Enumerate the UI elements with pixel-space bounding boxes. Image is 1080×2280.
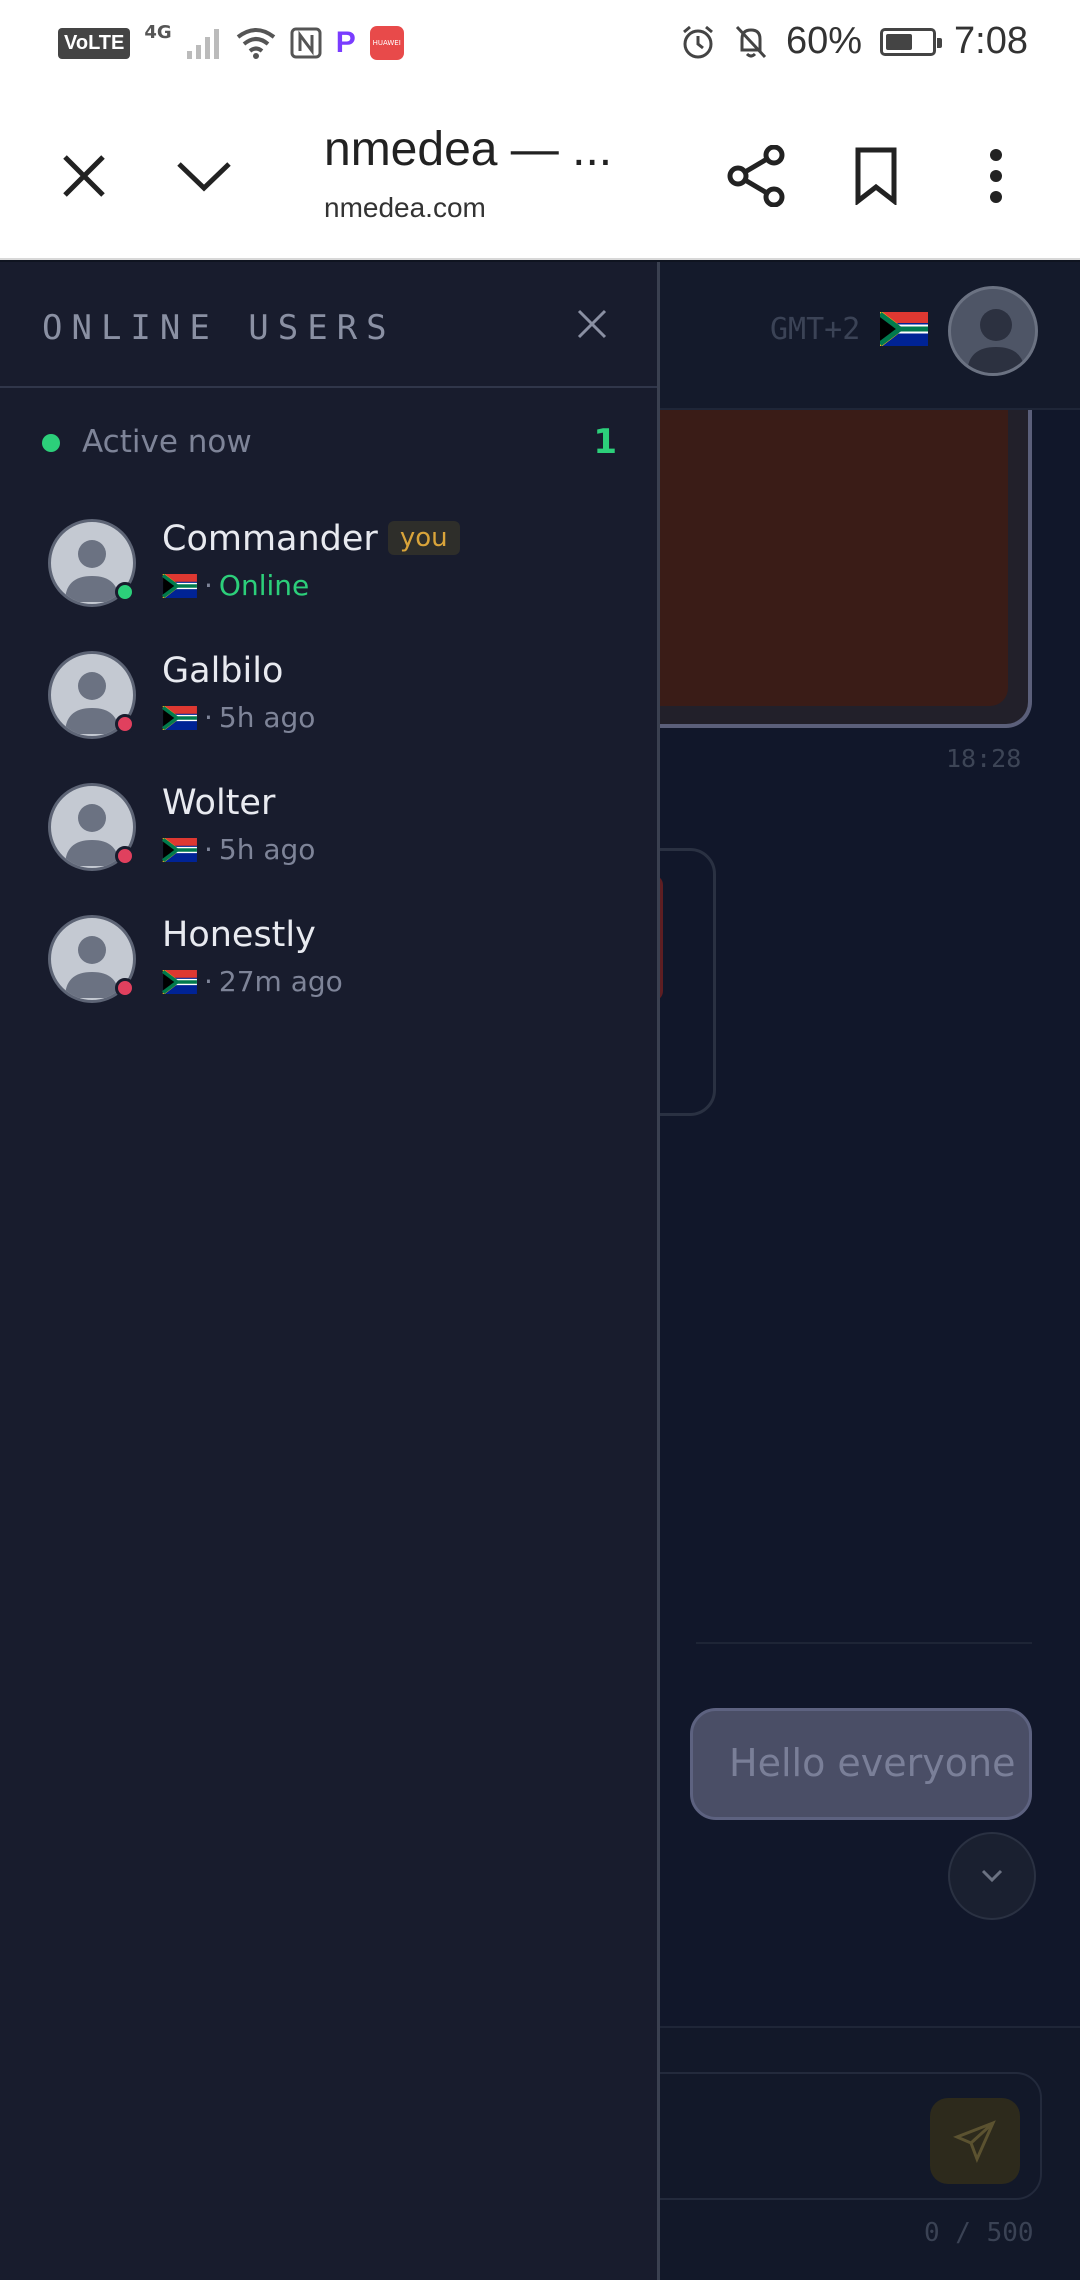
more-menu-button[interactable] [956,136,1036,216]
collapse-button[interactable] [164,136,244,216]
status-dot-icon [115,978,135,998]
user-name: Honestly [162,915,316,955]
user-status: 27m ago [218,965,343,998]
sa-flag-icon [162,573,197,598]
sa-flag-icon [878,310,928,350]
avatar [48,651,136,739]
clock: 7:08 [954,20,1028,62]
page-title[interactable]: nmedea — ... [324,122,612,177]
avatar [48,519,136,607]
message-text: Hello everyone [729,1741,1016,1785]
scroll-down-button[interactable] [948,1832,1036,1920]
close-tab-button[interactable] [44,136,124,216]
app-p-icon: P [335,26,356,59]
status-right-icons: 60% 7:08 [680,20,1028,63]
signal-icon [186,29,219,59]
date-divider [696,1642,1032,1644]
battery-icon [880,27,943,56]
active-now-label: Active now [82,424,252,460]
chevron-down-icon [981,1869,1003,1883]
share-button[interactable] [716,136,796,216]
user-name-text: Commander [162,519,378,559]
user-row[interactable]: Galbilo · 5h ago [48,651,648,751]
separator-dot: · [204,833,213,866]
user-status: Online [218,569,310,602]
huawei-app-icon: HUAWEI [369,26,404,60]
more-vert-icon [990,149,1002,203]
send-button[interactable] [930,2098,1020,2184]
close-icon [63,155,105,197]
mute-bell-icon [735,25,767,58]
status-dot-icon [115,714,135,734]
separator-dot: · [204,965,213,998]
user-status-line: · 27m ago [162,965,343,998]
chevron-down-icon [177,162,231,192]
user-row[interactable]: Honestly · 27m ago [48,915,648,1015]
close-icon [577,309,607,339]
message-bubble[interactable]: Hello everyone [690,1708,1032,1820]
separator-dot: · [204,569,213,602]
user-name: Wolter [162,783,276,823]
bookmark-icon [855,147,897,205]
sa-flag-icon [162,705,197,730]
user-name: Commander you [162,519,460,559]
char-counter: 0 / 500 [924,2218,1034,2248]
wifi-icon [236,28,275,59]
battery-percent: 60% [785,20,863,62]
status-dot-icon [115,846,135,866]
volte-indicator: VoLTE [58,27,131,59]
active-now-row: Active now 1 [42,422,617,470]
sa-flag-icon [162,837,197,862]
alarm-icon [683,25,713,58]
message-time: 18:28 [946,744,1022,773]
avatar [48,915,136,1003]
my-avatar[interactable] [948,286,1038,376]
drawer-close-button[interactable] [570,302,614,346]
app-badge-label: HUAWEI [372,39,401,47]
sa-flag-icon [162,969,197,994]
network-type: 4G [144,22,172,43]
browser-toolbar: nmedea — ... nmedea.com [0,92,1080,260]
drawer-title: ONLINE USERS [42,308,396,348]
user-status: 5h ago [218,701,316,734]
bookmark-button[interactable] [836,136,916,216]
online-dot-icon [42,434,60,452]
active-count: 1 [593,422,617,462]
user-status-line: · Online [162,569,309,602]
battery-fill [886,33,913,50]
drawer-header: ONLINE USERS [0,262,657,388]
user-row[interactable]: Wolter · 5h ago [48,783,648,883]
share-icon [727,145,785,207]
page-url[interactable]: nmedea.com [324,192,486,224]
timezone-label: GMT+2 [770,312,861,347]
online-users-drawer: ONLINE USERS Active now 1 Commander you ·… [0,262,660,2280]
nfc-icon [290,27,322,59]
separator-dot: · [204,701,213,734]
user-status-line: · 5h ago [162,701,315,734]
status-left-icons: VoLTE 4G P HUAWEI [58,22,404,60]
status-dot-icon [115,582,135,602]
user-row[interactable]: Commander you · Online [48,519,648,619]
send-icon [953,2120,996,2163]
user-status-line: · 5h ago [162,833,315,866]
user-status: 5h ago [218,833,316,866]
avatar [48,783,136,871]
status-bar: VoLTE 4G P HUAWEI 60% 7:08 [0,0,1080,92]
user-name: Galbilo [162,651,284,691]
user-icon [967,309,1025,373]
you-badge: you [387,521,460,555]
